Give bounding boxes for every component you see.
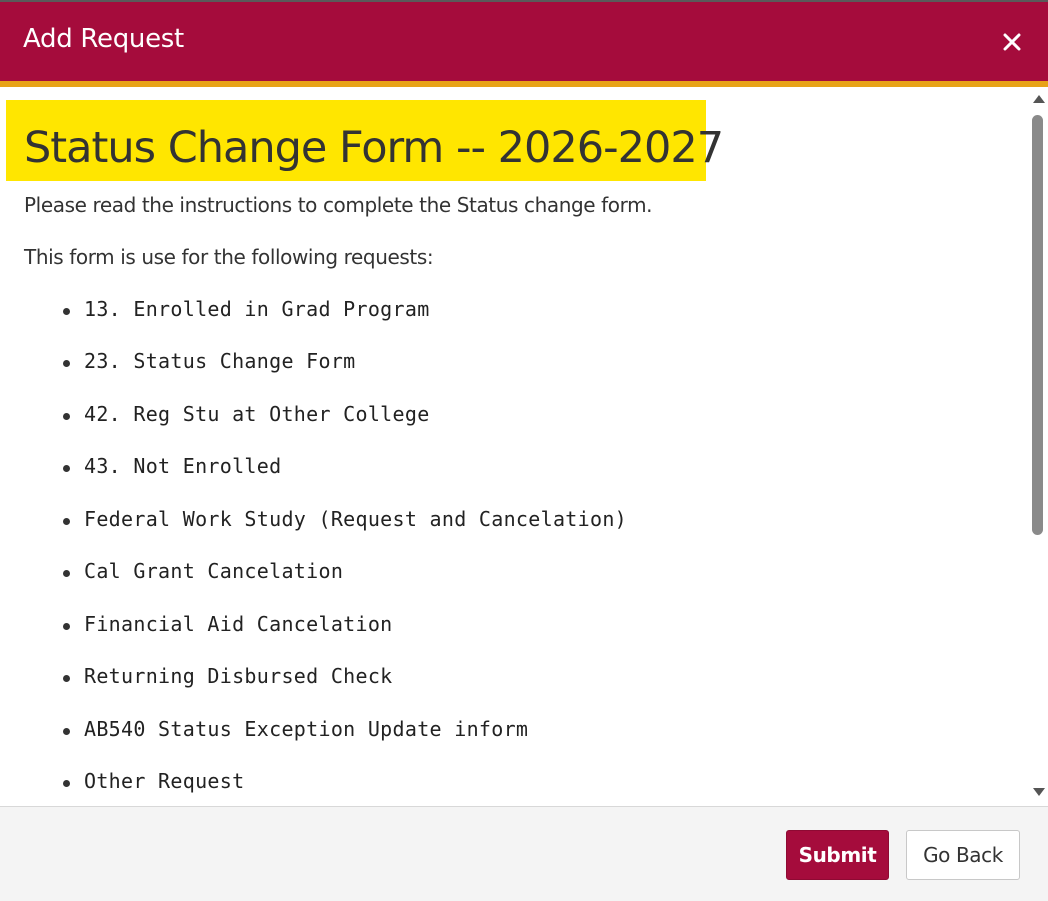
list-item-label: Financial Aid Cancelation xyxy=(84,612,393,636)
bullet-icon xyxy=(63,465,70,472)
bullet-icon xyxy=(63,518,70,525)
bullet-icon xyxy=(63,675,70,682)
close-button[interactable] xyxy=(996,26,1028,58)
scrollbar-thumb[interactable] xyxy=(1032,115,1043,535)
bullet-icon xyxy=(63,728,70,735)
bullet-icon xyxy=(63,413,70,420)
form-title: Status Change Form -- 2026-2027 xyxy=(24,123,724,173)
instructions-text: Please read the instructions to complete… xyxy=(24,193,653,217)
dialog-title: Add Request xyxy=(23,24,184,54)
list-item-label: Returning Disbursed Check xyxy=(84,664,393,688)
dialog-footer: Submit Go Back xyxy=(0,806,1048,901)
go-back-button[interactable]: Go Back xyxy=(906,830,1020,880)
bullet-icon xyxy=(63,360,70,367)
scroll-down-arrow-icon[interactable] xyxy=(1033,788,1045,796)
scroll-up-arrow-icon[interactable] xyxy=(1033,95,1045,103)
bullet-icon xyxy=(63,570,70,577)
dialog-header: Add Request xyxy=(0,2,1048,81)
list-item-label: 13. Enrolled in Grad Program xyxy=(84,297,430,321)
list-item-label: AB540 Status Exception Update inform xyxy=(84,717,529,741)
submit-button[interactable]: Submit xyxy=(786,830,889,880)
vertical-scrollbar[interactable] xyxy=(1027,87,1048,806)
list-item-label: 23. Status Change Form xyxy=(84,349,356,373)
bullet-icon xyxy=(63,308,70,315)
bullet-icon xyxy=(63,623,70,630)
list-intro-text: This form is use for the following reque… xyxy=(24,245,434,269)
list-item-label: 42. Reg Stu at Other College xyxy=(84,402,430,426)
list-item-label: Cal Grant Cancelation xyxy=(84,559,344,583)
bullet-icon xyxy=(63,780,70,787)
add-request-dialog: Add Request Status Change Form -- 2026-2… xyxy=(0,0,1048,901)
list-item-label: 43. Not Enrolled xyxy=(84,454,282,478)
close-icon xyxy=(1003,33,1021,51)
list-item-label: Federal Work Study (Request and Cancelat… xyxy=(84,507,628,531)
dialog-body: Status Change Form -- 2026-2027 Please r… xyxy=(0,87,1048,806)
list-item-label: Other Request xyxy=(84,769,245,793)
